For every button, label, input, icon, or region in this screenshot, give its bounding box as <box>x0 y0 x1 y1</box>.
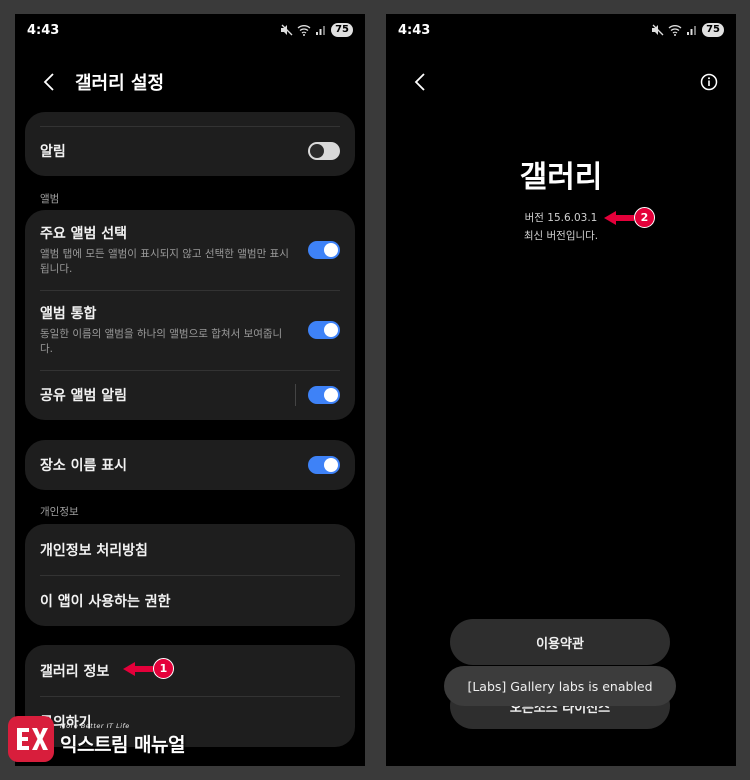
watermark-tagline: More Better IT Life <box>60 721 130 730</box>
settings-screen: 4:43 75 갤러리 설정 알림 앨범 주요 앨범 선택 앨범 탭에 모든 앨… <box>15 14 365 766</box>
setting-label: 장소 이름 표시 <box>40 458 128 474</box>
menu-label: 개인정보 처리방침 <box>40 542 148 559</box>
setting-label: 공유 앨범 알림 <box>40 388 128 404</box>
location-toggle[interactable] <box>308 456 340 474</box>
setting-row-notifications[interactable]: 알림 <box>25 127 355 175</box>
signal-icon <box>316 26 326 35</box>
menu-label: 이 앱이 사용하는 권한 <box>40 593 171 610</box>
step-badge: 1 <box>153 658 174 679</box>
status-bar: 4:43 75 <box>386 14 736 46</box>
battery-badge: 75 <box>702 23 724 37</box>
app-bar: 갤러리 설정 <box>15 64 365 100</box>
setting-row-main-album[interactable]: 주요 앨범 선택 앨범 탭에 모든 앨범이 표시되지 않고 선택한 앨범만 표시… <box>25 210 355 290</box>
back-button[interactable] <box>408 67 432 97</box>
version-text: 버전 15.6.03.1 <box>524 212 598 224</box>
album-card: 주요 앨범 선택 앨범 탭에 모든 앨범이 표시되지 않고 선택한 앨범만 표시… <box>25 210 355 420</box>
app-name: 갤러리 <box>519 160 603 195</box>
setting-label: 앨범 통합 <box>40 306 97 322</box>
menu-item-privacy-policy[interactable]: 개인정보 처리방침 <box>25 524 355 575</box>
setting-row-shared-album[interactable]: 공유 앨범 알림 <box>25 370 355 420</box>
menu-item-gallery-info[interactable]: 갤러리 정보 <box>25 645 355 696</box>
info-icon <box>700 73 718 91</box>
info-button[interactable] <box>696 69 722 95</box>
terms-button[interactable]: 이용약관 <box>450 619 670 665</box>
privacy-card: 개인정보 처리방침 이 앱이 사용하는 권한 <box>25 524 355 626</box>
step-badge: 2 <box>634 207 655 228</box>
update-status-text: 최신 버전입니다. <box>523 230 599 242</box>
back-button[interactable] <box>37 67 61 97</box>
status-time: 4:43 <box>27 22 60 38</box>
setting-row-merge-albums[interactable]: 앨범 통합 동일한 이름의 앨범을 하나의 앨범으로 합쳐서 보여줍니다. <box>25 290 355 370</box>
setting-description: 앨범 탭에 모든 앨범이 표시되지 않고 선택한 앨범만 표시됩니다. <box>40 248 289 275</box>
battery-badge: 75 <box>331 23 353 37</box>
setting-row-location[interactable]: 장소 이름 표시 <box>25 440 355 490</box>
main-album-toggle[interactable] <box>308 241 340 259</box>
annotation-2: 2 <box>604 207 655 228</box>
signal-icon <box>687 26 697 35</box>
wifi-icon <box>297 25 311 36</box>
toast-message: [Labs] Gallery labs is enabled <box>444 666 676 706</box>
setting-label: 주요 앨범 선택 <box>40 226 128 242</box>
chevron-left-icon <box>414 73 425 91</box>
watermark: More Better IT Life 익스트림 매뉴얼 <box>8 716 185 762</box>
mute-icon <box>652 24 664 36</box>
chevron-left-icon <box>43 73 54 91</box>
notifications-card: 알림 <box>25 112 355 176</box>
watermark-name: 익스트림 매뉴얼 <box>60 733 185 756</box>
menu-item-permissions[interactable]: 이 앱이 사용하는 권한 <box>25 575 355 626</box>
setting-description: 동일한 이름의 앨범을 하나의 앨범으로 합쳐서 보여줍니다. <box>40 328 283 355</box>
shared-album-toggle[interactable] <box>308 386 340 404</box>
merge-albums-toggle[interactable] <box>308 321 340 339</box>
location-card: 장소 이름 표시 <box>25 440 355 490</box>
about-screen: 4:43 75 갤러리 버전 15.6.03.1 최신 버전입니다. 2 이용약… <box>386 14 736 766</box>
status-time: 4:43 <box>398 22 431 38</box>
logo-x-icon <box>17 728 48 750</box>
vertical-divider <box>295 384 296 406</box>
section-label-privacy: 개인정보 <box>40 506 79 518</box>
wifi-icon <box>668 25 682 36</box>
setting-label: 알림 <box>40 144 66 160</box>
notifications-toggle[interactable] <box>308 142 340 160</box>
section-label-album: 앨범 <box>40 193 60 205</box>
menu-label: 갤러리 정보 <box>40 663 110 680</box>
page-title: 갤러리 설정 <box>75 73 165 94</box>
arrow-left-icon <box>604 210 634 225</box>
arrow-left-icon <box>123 661 153 676</box>
mute-icon <box>281 24 293 36</box>
brand-logo <box>8 716 54 762</box>
annotation-1: 1 <box>123 658 174 679</box>
app-bar <box>386 64 736 100</box>
status-bar: 4:43 75 <box>15 14 365 46</box>
